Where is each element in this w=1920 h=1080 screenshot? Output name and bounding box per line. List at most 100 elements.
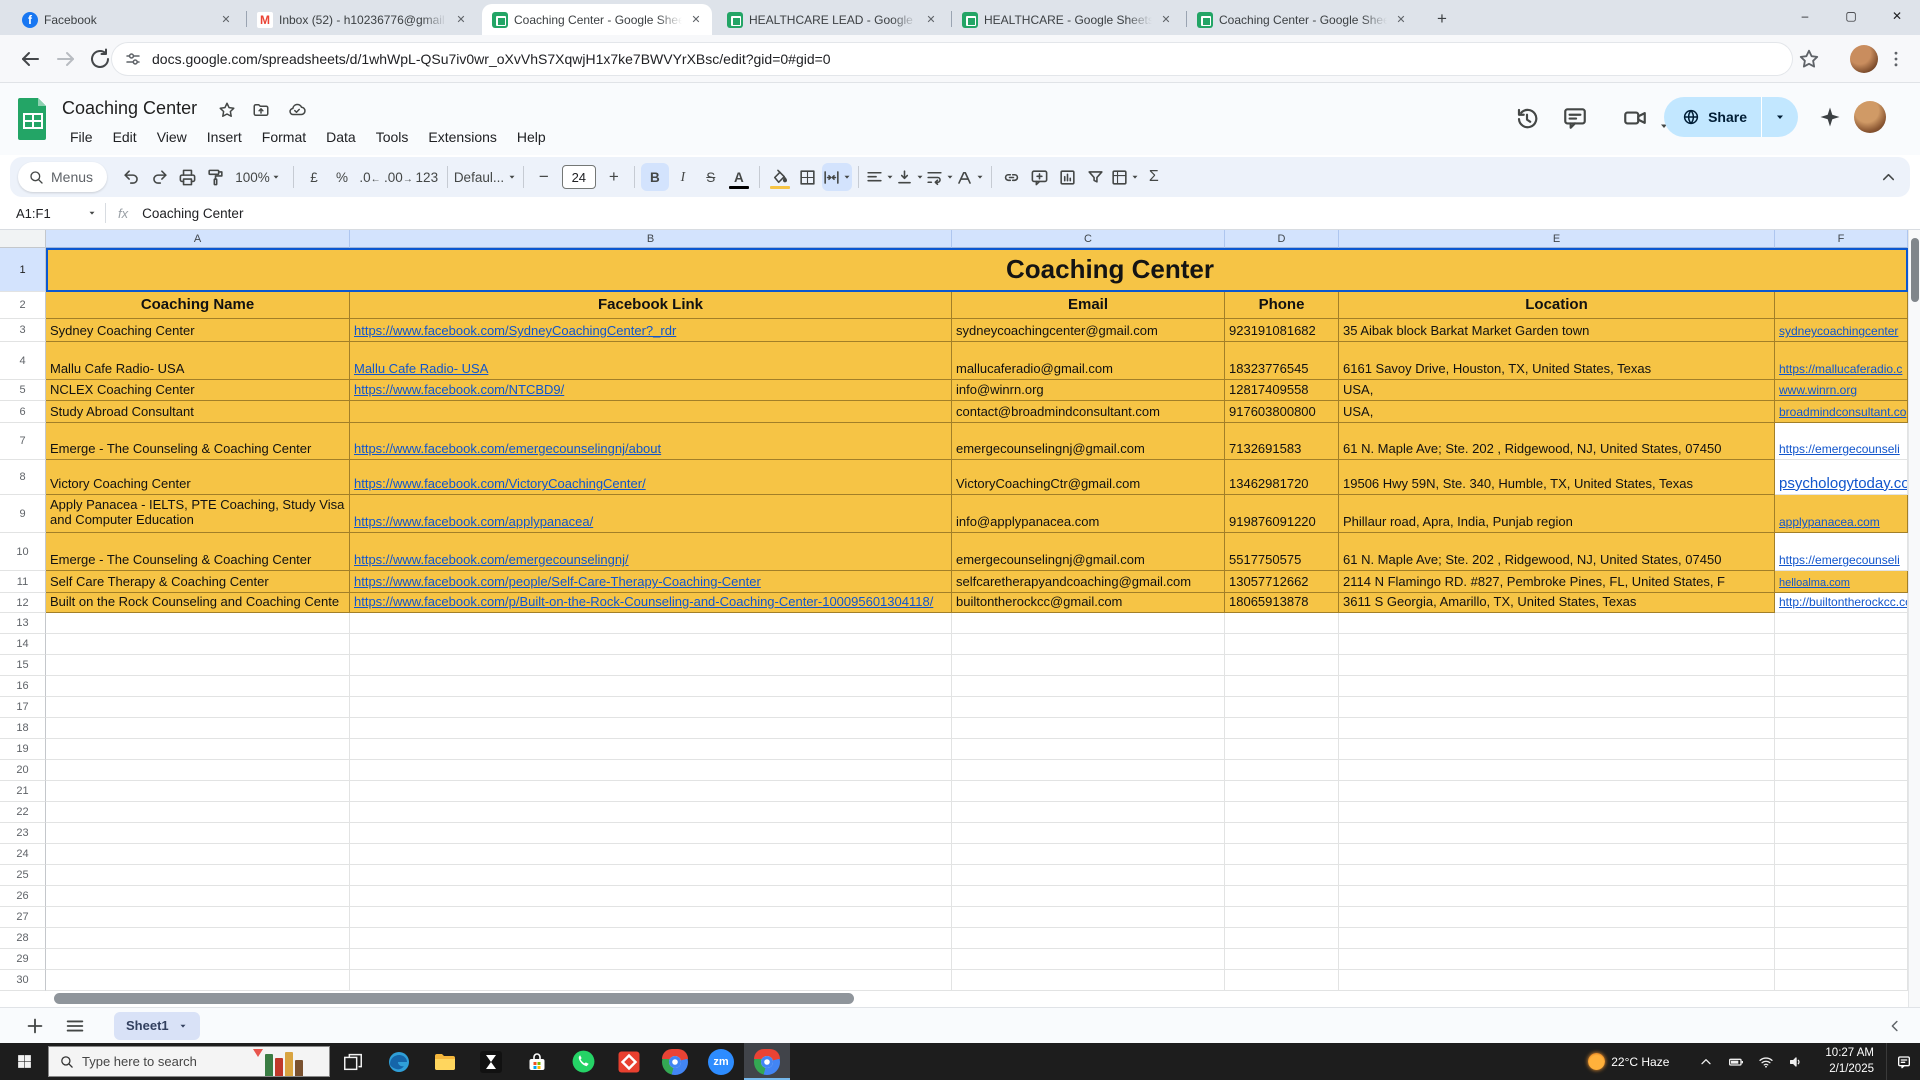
increase-decimals-button[interactable]: .00→ [384, 163, 413, 191]
cell-E16[interactable] [1339, 676, 1775, 697]
cell-E28[interactable] [1339, 928, 1775, 949]
move-folder-icon[interactable] [252, 101, 270, 119]
cell-C15[interactable] [952, 655, 1225, 676]
menu-view[interactable]: View [149, 127, 195, 151]
row-header-24[interactable]: 24 [0, 844, 46, 865]
cell-B14[interactable] [350, 634, 952, 655]
undo-button[interactable] [117, 163, 145, 191]
cell-A20[interactable] [46, 760, 350, 781]
text-color-button[interactable]: A [725, 163, 753, 191]
cell-C12[interactable]: builtontherockcc@gmail.com [952, 593, 1225, 613]
horizontal-scrollbar[interactable] [46, 993, 1896, 1004]
cell-E12[interactable]: 3611 S Georgia, Amarillo, TX, United Sta… [1339, 593, 1775, 613]
bold-button[interactable]: B [641, 163, 669, 191]
cell-E18[interactable] [1339, 718, 1775, 739]
cell-E14[interactable] [1339, 634, 1775, 655]
cell-C14[interactable] [952, 634, 1225, 655]
cell-C18[interactable] [952, 718, 1225, 739]
cell-D9[interactable]: 919876091220 [1225, 495, 1339, 533]
decrease-decimals-button[interactable]: .0← [356, 163, 384, 191]
cell-E22[interactable] [1339, 802, 1775, 823]
menus-search-button[interactable]: Menus [18, 162, 107, 192]
cell-B23[interactable] [350, 823, 952, 844]
cell-B3[interactable]: https://www.facebook.com/SydneyCoachingC… [350, 319, 952, 342]
cell-E4[interactable]: 6161 Savoy Drive, Houston, TX, United St… [1339, 342, 1775, 380]
column-header-E[interactable]: E [1339, 230, 1775, 248]
cell-A14[interactable] [46, 634, 350, 655]
header-cell-D2[interactable]: Phone [1225, 292, 1339, 319]
cell-C19[interactable] [952, 739, 1225, 760]
cell-F28[interactable] [1775, 928, 1908, 949]
address-bar[interactable]: docs.google.com/spreadsheets/d/1whWpL-QS… [112, 43, 1792, 75]
cell-E6[interactable]: USA, [1339, 401, 1775, 423]
decrease-font-size-button[interactable]: − [530, 163, 558, 191]
cell-E17[interactable] [1339, 697, 1775, 718]
new-tab-button[interactable]: + [1430, 7, 1454, 31]
cell-B20[interactable] [350, 760, 952, 781]
cell-C26[interactable] [952, 886, 1225, 907]
column-header-A[interactable]: A [46, 230, 350, 248]
cell-D20[interactable] [1225, 760, 1339, 781]
create-filter-button[interactable] [1082, 163, 1110, 191]
row-header-3[interactable]: 3 [0, 319, 46, 342]
reload-icon[interactable] [88, 47, 112, 71]
cell-E19[interactable] [1339, 739, 1775, 760]
cell-C5[interactable]: info@winrn.org [952, 380, 1225, 401]
cell-F17[interactable] [1775, 697, 1908, 718]
cell-F12[interactable]: http://builtontherockcc.co [1775, 593, 1908, 613]
taskbar-app-task-view[interactable] [330, 1043, 376, 1080]
cell-F4[interactable]: https://mallucaferadio.c [1775, 342, 1908, 380]
cell-A6[interactable]: Study Abroad Consultant [46, 401, 350, 423]
share-button-main[interactable]: Share [1664, 108, 1761, 126]
cell-C30[interactable] [952, 970, 1225, 991]
cell-D21[interactable] [1225, 781, 1339, 802]
cell-A10[interactable]: Emerge - The Counseling & Coaching Cente… [46, 533, 350, 571]
column-header-C[interactable]: C [952, 230, 1225, 248]
taskbar-app-hourglass-app[interactable] [468, 1043, 514, 1080]
functions-button[interactable]: Σ [1140, 163, 1168, 191]
browser-profile-avatar[interactable] [1850, 45, 1878, 73]
cell-D18[interactable] [1225, 718, 1339, 739]
row-header-4[interactable]: 4 [0, 342, 46, 380]
volume-icon[interactable] [1788, 1054, 1804, 1070]
cell-D19[interactable] [1225, 739, 1339, 760]
cell-C8[interactable]: VictoryCoachingCtr@gmail.com [952, 460, 1225, 495]
browser-tab-1[interactable]: fFacebook✕ [12, 4, 242, 35]
strikethrough-button[interactable]: S [697, 163, 725, 191]
cell-F24[interactable] [1775, 844, 1908, 865]
cell-B24[interactable] [350, 844, 952, 865]
vertical-align-button[interactable] [895, 163, 925, 191]
weather-widget[interactable]: 22°C Haze [1588, 1053, 1669, 1070]
borders-button[interactable] [794, 163, 822, 191]
taskbar-app-explorer[interactable] [422, 1043, 468, 1080]
cell-F19[interactable] [1775, 739, 1908, 760]
menu-tools[interactable]: Tools [368, 127, 417, 151]
row-header-20[interactable]: 20 [0, 760, 46, 781]
cell-D23[interactable] [1225, 823, 1339, 844]
cell-A5[interactable]: NCLEX Coaching Center [46, 380, 350, 401]
cell-D29[interactable] [1225, 949, 1339, 970]
sheets-logo-icon[interactable] [16, 96, 50, 142]
cell-F30[interactable] [1775, 970, 1908, 991]
tab-close-icon[interactable]: ✕ [688, 12, 704, 28]
cell-C25[interactable] [952, 865, 1225, 886]
cell-E25[interactable] [1339, 865, 1775, 886]
menu-edit[interactable]: Edit [105, 127, 145, 151]
cell-F18[interactable] [1775, 718, 1908, 739]
cell-D28[interactable] [1225, 928, 1339, 949]
row-header-26[interactable]: 26 [0, 886, 46, 907]
cell-F5[interactable]: www.winrn.org [1775, 380, 1908, 401]
browser-tab-3[interactable]: Coaching Center - Google Shee✕ [482, 4, 712, 35]
cell-E9[interactable]: Phillaur road, Apra, India, Punjab regio… [1339, 495, 1775, 533]
cell-E20[interactable] [1339, 760, 1775, 781]
cell-A9[interactable]: Apply Panacea - IELTS, PTE Coaching, Stu… [46, 495, 350, 533]
cell-E11[interactable]: 2114 N Flamingo RD. #827, Pembroke Pines… [1339, 571, 1775, 593]
cell-C11[interactable]: selfcaretherapyandcoaching@gmail.com [952, 571, 1225, 593]
cell-A16[interactable] [46, 676, 350, 697]
row-header-5[interactable]: 5 [0, 380, 46, 401]
header-cell-E2[interactable]: Location [1339, 292, 1775, 319]
text-wrap-button[interactable] [925, 163, 955, 191]
row-header-27[interactable]: 27 [0, 907, 46, 928]
cell-E8[interactable]: 19506 Hwy 59N, Ste. 340, Humble, TX, Uni… [1339, 460, 1775, 495]
start-button[interactable] [0, 1043, 48, 1080]
